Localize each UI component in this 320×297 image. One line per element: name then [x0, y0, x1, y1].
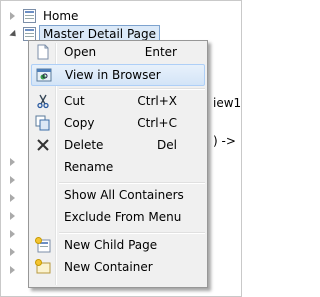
menu-item-label: View in Browser	[65, 68, 161, 82]
menu-item-label: Delete	[64, 138, 104, 152]
menu-item-cut[interactable]: Cut Ctrl+X	[31, 91, 205, 113]
menu-item-label: Open	[64, 45, 97, 59]
menu-item-label: Cut	[64, 94, 85, 108]
tree-item-label: Home	[43, 9, 79, 23]
expand-arrow-icon[interactable]	[10, 12, 15, 20]
new-container-icon	[35, 259, 51, 274]
delete-x-icon	[37, 139, 49, 151]
menu-item-copy[interactable]: Copy Ctrl+C	[31, 113, 205, 135]
menu-item-label: Copy	[64, 116, 95, 130]
expand-arrow-icon[interactable]	[10, 248, 15, 256]
menu-item-rename[interactable]: Rename	[31, 157, 205, 179]
expand-arrow-icon[interactable]	[10, 176, 15, 184]
menu-separator	[59, 232, 205, 234]
menu-item-shortcut: Ctrl+X	[137, 94, 177, 108]
menu-item-label: Exclude From Menu	[64, 210, 182, 224]
menu-item-label: New Child Page	[64, 238, 158, 252]
background-text: ) ->	[213, 134, 236, 148]
page-icon	[23, 9, 36, 23]
menu-item-new-child-page[interactable]: New Child Page	[31, 235, 205, 257]
menu-item-label: Rename	[64, 160, 114, 174]
expand-arrow-icon[interactable]	[10, 212, 15, 220]
expand-arrow-icon[interactable]	[10, 158, 15, 166]
menu-item-new-container[interactable]: New Container	[31, 257, 205, 279]
expand-arrow-icon[interactable]	[10, 266, 15, 274]
context-menu: Open Enter View in Browser Cut Ctrl+X Co…	[28, 40, 208, 288]
menu-item-exclude-from-menu[interactable]: Exclude From Menu	[31, 207, 205, 229]
copy-icon	[35, 115, 50, 131]
menu-item-open[interactable]: Open Enter	[31, 42, 205, 64]
menu-item-view-in-browser[interactable]: View in Browser	[31, 64, 205, 86]
menu-separator	[59, 182, 205, 184]
expand-arrow-icon[interactable]	[10, 230, 15, 238]
menu-item-shortcut: Enter	[144, 45, 177, 59]
view-in-browser-icon	[36, 68, 52, 82]
open-page-icon	[37, 44, 49, 60]
menu-item-show-all-containers[interactable]: Show All Containers	[31, 185, 205, 207]
menu-item-shortcut: Del	[157, 138, 177, 152]
new-page-icon	[35, 237, 51, 253]
background-text: iew1	[213, 96, 242, 110]
collapse-arrow-icon[interactable]	[9, 29, 19, 40]
menu-separator	[59, 88, 205, 90]
menu-item-delete[interactable]: Delete Del	[31, 135, 205, 157]
tree-item-home[interactable]: Home	[1, 7, 241, 25]
page-icon	[23, 27, 36, 41]
scissors-icon	[37, 94, 49, 109]
menu-item-label: Show All Containers	[64, 188, 184, 202]
expand-arrow-icon[interactable]	[10, 194, 15, 202]
menu-item-shortcut: Ctrl+C	[137, 116, 177, 130]
menu-item-label: New Container	[64, 260, 153, 274]
